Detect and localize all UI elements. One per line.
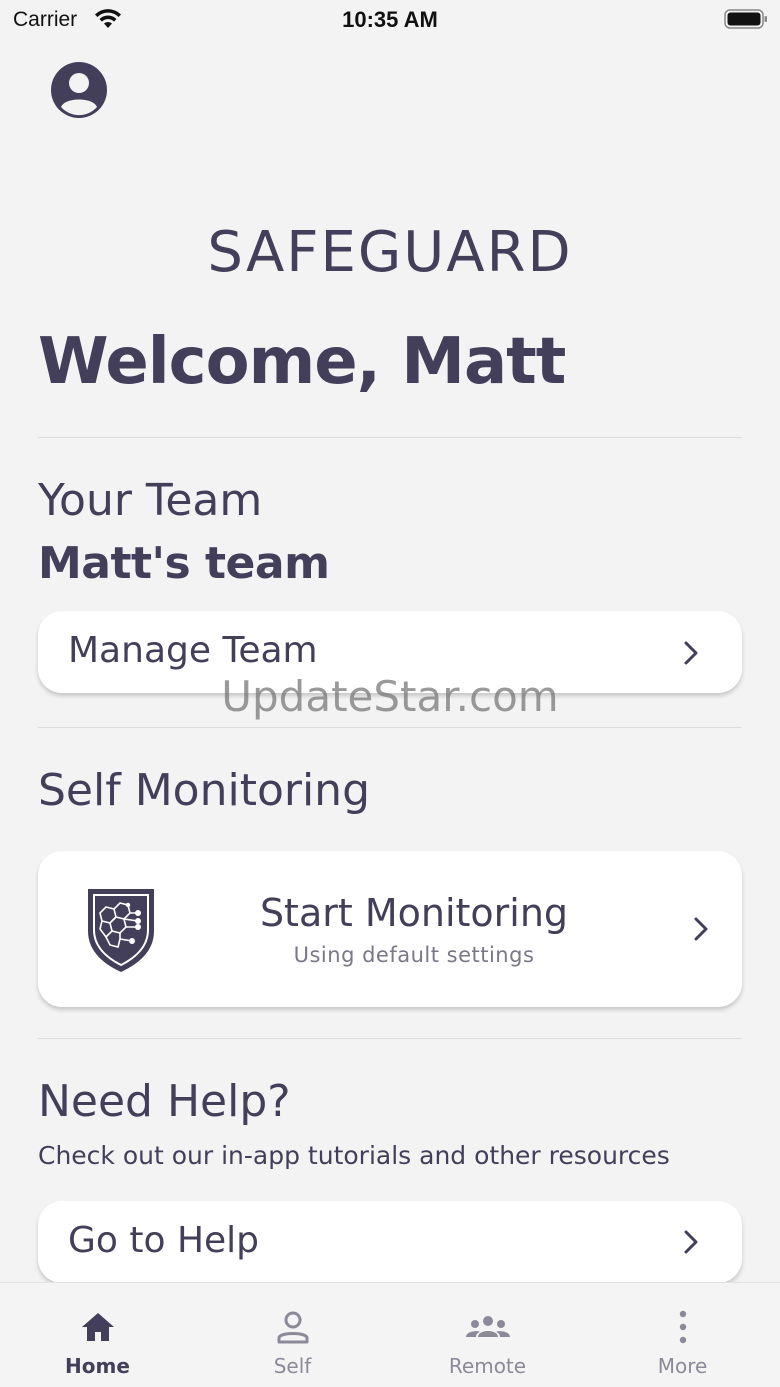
account-circle-icon[interactable] (50, 61, 108, 119)
home-icon (82, 1313, 114, 1341)
help-description: Check out our in-app tutorials and other… (38, 1141, 670, 1170)
tab-remote[interactable]: Remote (390, 1283, 585, 1387)
status-time: 10:35 AM (342, 7, 438, 32)
tab-home[interactable]: Home (0, 1283, 195, 1387)
team-name: Matt's team (38, 538, 330, 589)
tab-more-label: More (657, 1354, 708, 1378)
start-monitoring-title: Start Monitoring (259, 891, 569, 935)
go-to-help-label: Go to Help (68, 1220, 260, 1261)
home-screen: Carrier 10:35 AM SAFEGUARD Welcome, Matt… (0, 0, 780, 1387)
go-to-help-button[interactable]: Go to Help (38, 1201, 742, 1283)
tab-home-label: Home (65, 1354, 130, 1378)
manage-team-button[interactable]: Manage Team (38, 611, 742, 693)
brand-title: SAFEGUARD (207, 220, 573, 285)
divider (38, 437, 742, 438)
need-help-heading: Need Help? (38, 1076, 291, 1127)
start-monitoring-subtitle: Using default settings (293, 943, 535, 967)
tab-remote-label: Remote (448, 1354, 527, 1378)
divider (38, 1038, 742, 1039)
battery-icon (724, 9, 767, 29)
chevron-right-icon (694, 917, 708, 941)
chevron-right-icon (684, 641, 698, 665)
status-bar: Carrier 10:35 AM (0, 0, 780, 40)
your-team-heading: Your Team (38, 475, 263, 526)
group-icon (466, 1316, 510, 1337)
person-icon (277, 1311, 309, 1344)
tab-self-label: Self (273, 1354, 312, 1378)
divider (38, 727, 742, 728)
tab-bar: Home Self Remote More (0, 1282, 780, 1387)
manage-team-label: Manage Team (68, 630, 318, 671)
self-monitoring-heading: Self Monitoring (38, 765, 370, 816)
welcome-heading: Welcome, Matt (38, 325, 566, 399)
more-vertical-icon (679, 1310, 687, 1344)
tab-self[interactable]: Self (195, 1283, 390, 1387)
chevron-right-icon (684, 1230, 698, 1254)
tab-more[interactable]: More (585, 1283, 780, 1387)
start-monitoring-button[interactable]: Start Monitoring Using default settings (38, 851, 742, 1007)
